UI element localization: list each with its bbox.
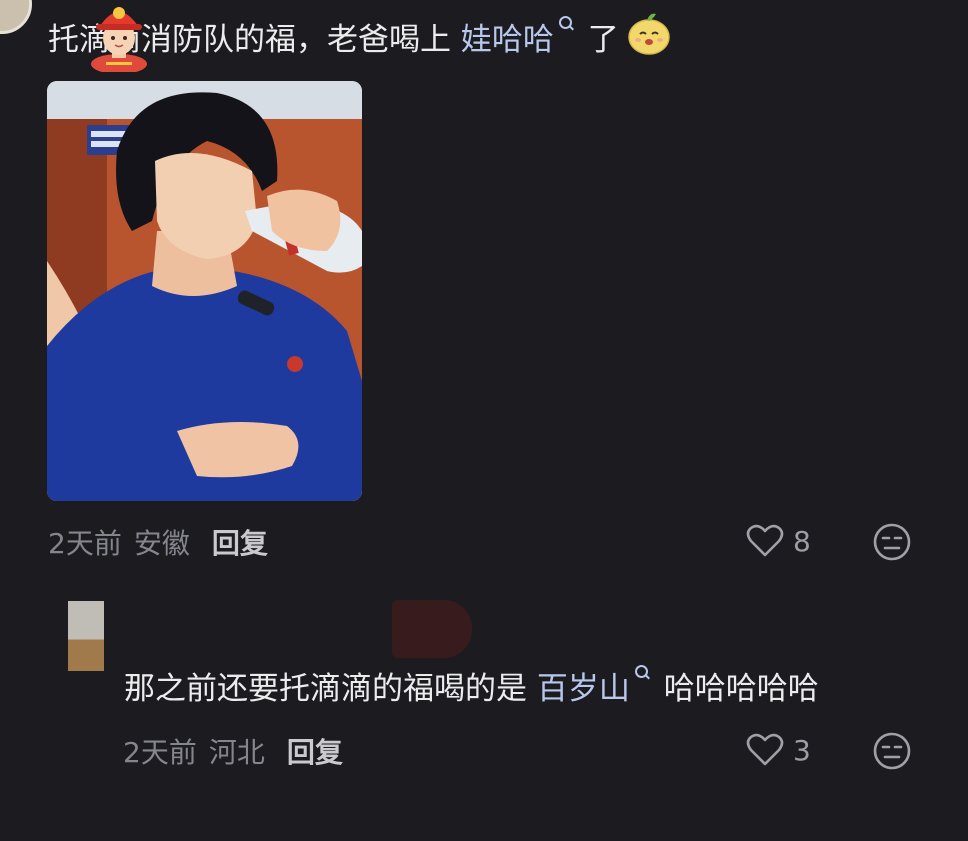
lemon-emoji bbox=[628, 13, 670, 55]
reply-mention-link[interactable]: 百岁山 bbox=[537, 671, 630, 707]
comment-mention-link[interactable]: 娃哈哈 bbox=[461, 22, 554, 58]
reply-meta: 2天前 河北 回复 bbox=[123, 731, 343, 771]
reply-button[interactable]: 回复 bbox=[287, 736, 343, 769]
comment-thread: 托滴滴消防队的福，老爸喝上 娃哈哈 了 2天前 安徽 回复 8 那之前还要托滴滴… bbox=[0, 0, 968, 841]
search-icon[interactable] bbox=[556, 14, 578, 36]
reply-location: 河北 bbox=[208, 736, 265, 769]
reply-button[interactable]: 回复 bbox=[212, 527, 268, 560]
photo-content bbox=[47, 81, 362, 501]
reply-body: 那之前还要托滴滴的福喝的是 百岁山 哈哈哈哈哈 bbox=[124, 663, 819, 712]
reply-avatar[interactable] bbox=[68, 601, 104, 671]
comment-meta: 2天前 安徽 回复 bbox=[48, 522, 268, 562]
heart-icon[interactable] bbox=[745, 521, 785, 561]
reply-time: 2天前 bbox=[123, 736, 197, 769]
redacted-username bbox=[392, 600, 472, 658]
comment-text-after: 了 bbox=[577, 22, 619, 58]
like-button[interactable]: 3 bbox=[745, 730, 811, 770]
reply-text-before: 那之前还要托滴滴的福喝的是 bbox=[124, 671, 537, 707]
like-count: 8 bbox=[793, 524, 811, 558]
heart-icon[interactable] bbox=[745, 730, 785, 770]
search-icon[interactable] bbox=[632, 663, 654, 685]
commenter-avatar[interactable] bbox=[0, 0, 32, 34]
expressionless-face-icon[interactable] bbox=[872, 522, 912, 562]
like-button[interactable]: 8 bbox=[745, 521, 811, 561]
comment-image[interactable] bbox=[47, 81, 362, 501]
comment-time: 2天前 bbox=[48, 527, 122, 560]
like-count: 3 bbox=[793, 733, 811, 767]
comment-location: 安徽 bbox=[133, 527, 190, 560]
expressionless-face-icon[interactable] bbox=[872, 731, 912, 771]
firefighter-emoji bbox=[91, 7, 147, 72]
reply-text-after: 哈哈哈哈哈 bbox=[653, 671, 819, 707]
